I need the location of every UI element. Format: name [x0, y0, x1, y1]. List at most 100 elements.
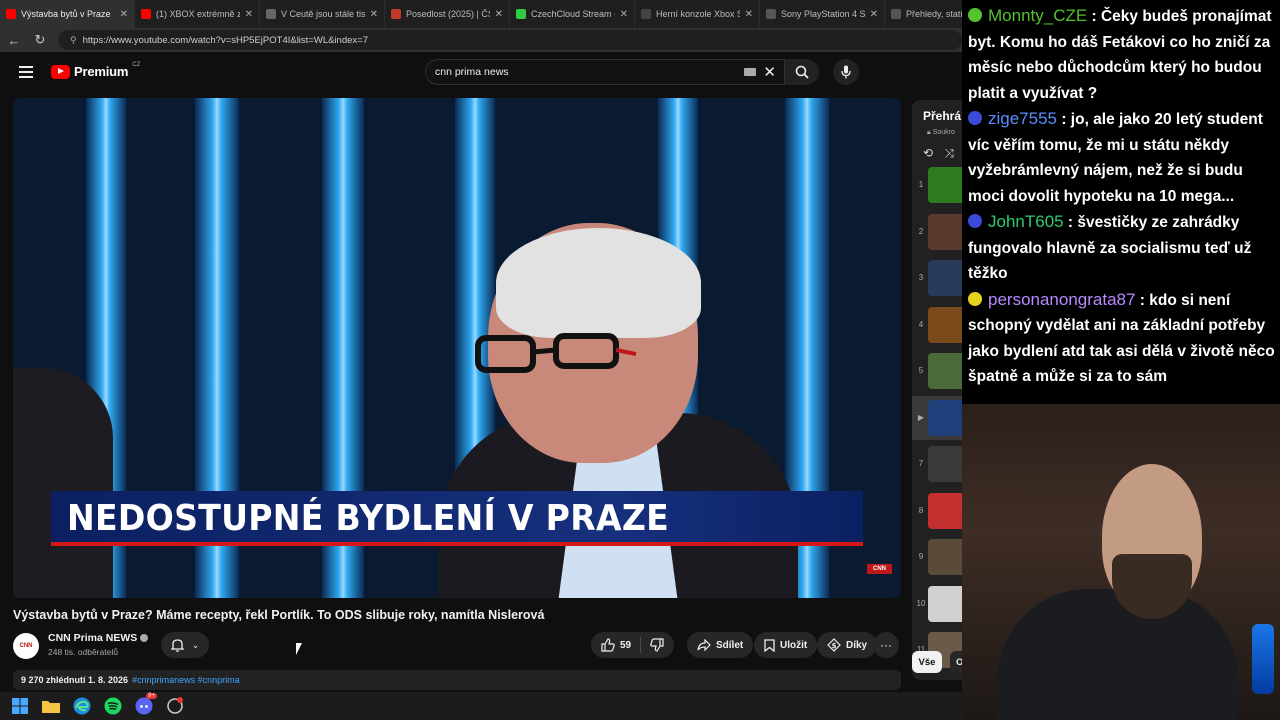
youtube-logo[interactable]: Premium CZ [51, 61, 141, 79]
voice-search-button[interactable] [833, 59, 859, 85]
playlist-item[interactable]: 8 [912, 489, 962, 533]
more-icon: ··· [880, 638, 892, 652]
tab-favicon-icon [141, 9, 151, 19]
menu-icon[interactable] [19, 66, 33, 78]
description-box[interactable]: 9 270 zhlédnutí 1. 8. 2026 #cnnprimanews… [13, 670, 901, 690]
playlist-item-index: 10 [916, 598, 926, 608]
playlist-item[interactable]: 10 [912, 582, 962, 626]
browser-address-bar: ← ↻ ⚲ https://www.youtube.com/watch?v=sH… [0, 28, 962, 52]
chat-message: personanongrata87 : kdo si není schopný … [968, 287, 1276, 390]
tab-favicon-icon [391, 9, 401, 19]
windows-start-icon[interactable] [11, 697, 29, 715]
playlist-controls: ⟲ ⤨ [923, 146, 954, 161]
search-button[interactable] [785, 59, 819, 85]
discord-icon[interactable]: 9+ [135, 693, 157, 715]
screen: Výstavba bytů v Praze ✕ (1) XBOX extrémně … [0, 0, 1280, 720]
playlist-item[interactable]: 5 [912, 349, 962, 393]
shuffle-icon[interactable]: ⤨ [944, 146, 954, 160]
logo-country: CZ [132, 61, 141, 68]
playlist-thumbnail [928, 492, 962, 529]
keyboard-icon[interactable] [744, 68, 756, 76]
edge-browser-icon[interactable] [73, 697, 91, 715]
subscriber-count: 248 tis. odběratelů [48, 647, 118, 657]
lower-third-text: NEDOSTUPNÉ BYDLENÍ V PRAZE [67, 498, 670, 539]
playlist-item[interactable]: 7 [912, 442, 962, 486]
file-explorer-icon[interactable] [42, 697, 60, 715]
playlist-panel: Přehrá 🔒︎ Soukro ⟲ ⤨ 1 2 3 4 5 ▶ 7 8 9 10 11 [912, 100, 962, 680]
playlist-item[interactable]: 4 [912, 303, 962, 347]
tab-close-icon[interactable]: ✕ [245, 9, 253, 20]
neon-light [1252, 624, 1274, 694]
filter-chip-all[interactable]: Vše [912, 651, 942, 673]
browser-tab[interactable]: Sony PlayStation 4 Slim ✕ [760, 0, 885, 28]
spotify-icon[interactable] [104, 697, 122, 715]
verified-icon [140, 634, 149, 643]
browser-tab[interactable]: V Ceutě jsou stále tisíce ✕ [260, 0, 385, 28]
clear-search-icon[interactable]: ✕ [763, 63, 776, 81]
chat-message: Monnty_CZE : Čeky budeš pronajímat byt. … [968, 3, 1276, 106]
playlist-thumbnail [928, 260, 962, 296]
chevron-down-icon: ⌄ [191, 639, 200, 650]
guest-left [13, 368, 113, 598]
playlist-item-index: 9 [918, 552, 924, 561]
url-field[interactable]: ⚲ https://www.youtube.com/watch?v=sHP5Ej… [58, 30, 962, 50]
playlist-item-index: 5 [918, 366, 924, 375]
search-input[interactable]: cnn prima news ✕ [425, 59, 785, 85]
playlist-item-index: 7 [918, 459, 924, 468]
channel-avatar[interactable]: CNN [13, 633, 39, 659]
browser-tab[interactable]: (1) XBOX extrémně zdraž ✕ [135, 0, 260, 28]
subscribed-button[interactable]: ⌄ [161, 632, 209, 658]
playlist-item[interactable]: ▶ [912, 395, 962, 440]
playlist-item[interactable]: 9 [912, 535, 962, 579]
playlist-thumbnail [928, 399, 962, 436]
tab-favicon-icon [766, 9, 776, 19]
browser-tab[interactable]: Výstavba bytů v Praze ✕ [0, 0, 135, 28]
thanks-button[interactable]: $ Díky [817, 632, 878, 658]
more-actions-button[interactable]: ··· [873, 632, 899, 658]
playlist-item[interactable]: 1 [912, 163, 962, 207]
url-text: https://www.youtube.com/watch?v=sHP5EjPO… [82, 34, 368, 46]
tab-favicon-icon [6, 9, 16, 19]
video-player[interactable]: NEDOSTUPNÉ BYDLENÍ V PRAZE CNN [13, 98, 901, 598]
news-lower-third: NEDOSTUPNÉ BYDLENÍ V PRAZE [51, 491, 863, 546]
playlist-thumbnail [928, 539, 962, 575]
playlist-item-index: 4 [918, 319, 924, 329]
reload-icon[interactable]: ↻ [32, 32, 48, 48]
browser-tab[interactable]: Posedlost (2025) | ČSFD ✕ [385, 0, 510, 28]
browser-tab[interactable]: Přehledy, statisti✕ [885, 0, 962, 28]
like-icon[interactable] [601, 638, 615, 652]
save-button[interactable]: Uložit [754, 632, 818, 658]
like-count[interactable]: 59 [620, 640, 631, 651]
tab-close-icon[interactable]: ✕ [495, 9, 503, 20]
site-info-icon[interactable]: ⚲ [70, 35, 77, 46]
browser-tab[interactable]: CzechCloud Stream - W ✕ [510, 0, 635, 28]
thanks-label: Díky [846, 639, 868, 651]
playlist-title[interactable]: Přehrá [923, 109, 961, 123]
tab-close-icon[interactable]: ✕ [620, 9, 628, 20]
playlist-item-index: 8 [918, 505, 924, 515]
youtube-header: Premium CZ cnn prima news ✕ [0, 52, 962, 92]
browser-tab[interactable]: Herní konzole Xbox Seri ✕ [635, 0, 760, 28]
tab-close-icon[interactable]: ✕ [870, 9, 878, 20]
playlist-item[interactable]: 2 [912, 210, 962, 254]
lock-icon: 🔒︎ [927, 129, 931, 136]
back-icon[interactable]: ← [6, 33, 22, 48]
tab-title: CzechCloud Stream - W [531, 9, 615, 19]
playlist-item[interactable]: 3 [912, 256, 962, 300]
svg-text:$: $ [832, 642, 837, 650]
hashtags[interactable]: #cnnprimanews #cnnprima [132, 675, 240, 685]
dislike-icon[interactable] [650, 638, 664, 652]
chat-message: zige7555 : jo, ale jako 20 letý student … [968, 106, 1276, 209]
tab-close-icon[interactable]: ✕ [370, 9, 378, 20]
views-date: 9 270 zhlédnutí 1. 8. 2026 [21, 675, 129, 685]
search-icon [795, 65, 809, 79]
share-button[interactable]: Sdílet [687, 632, 754, 658]
tab-close-icon[interactable]: ✕ [745, 9, 753, 20]
playlist-thumbnail [928, 353, 962, 389]
tab-close-icon[interactable]: ✕ [120, 9, 128, 20]
loop-icon[interactable]: ⟲ [923, 146, 933, 160]
app-icon[interactable] [166, 697, 184, 715]
chat-username: personanongrata87 [988, 289, 1136, 309]
channel-name[interactable]: CNN Prima NEWS [48, 632, 149, 644]
microphone-icon [841, 65, 851, 79]
